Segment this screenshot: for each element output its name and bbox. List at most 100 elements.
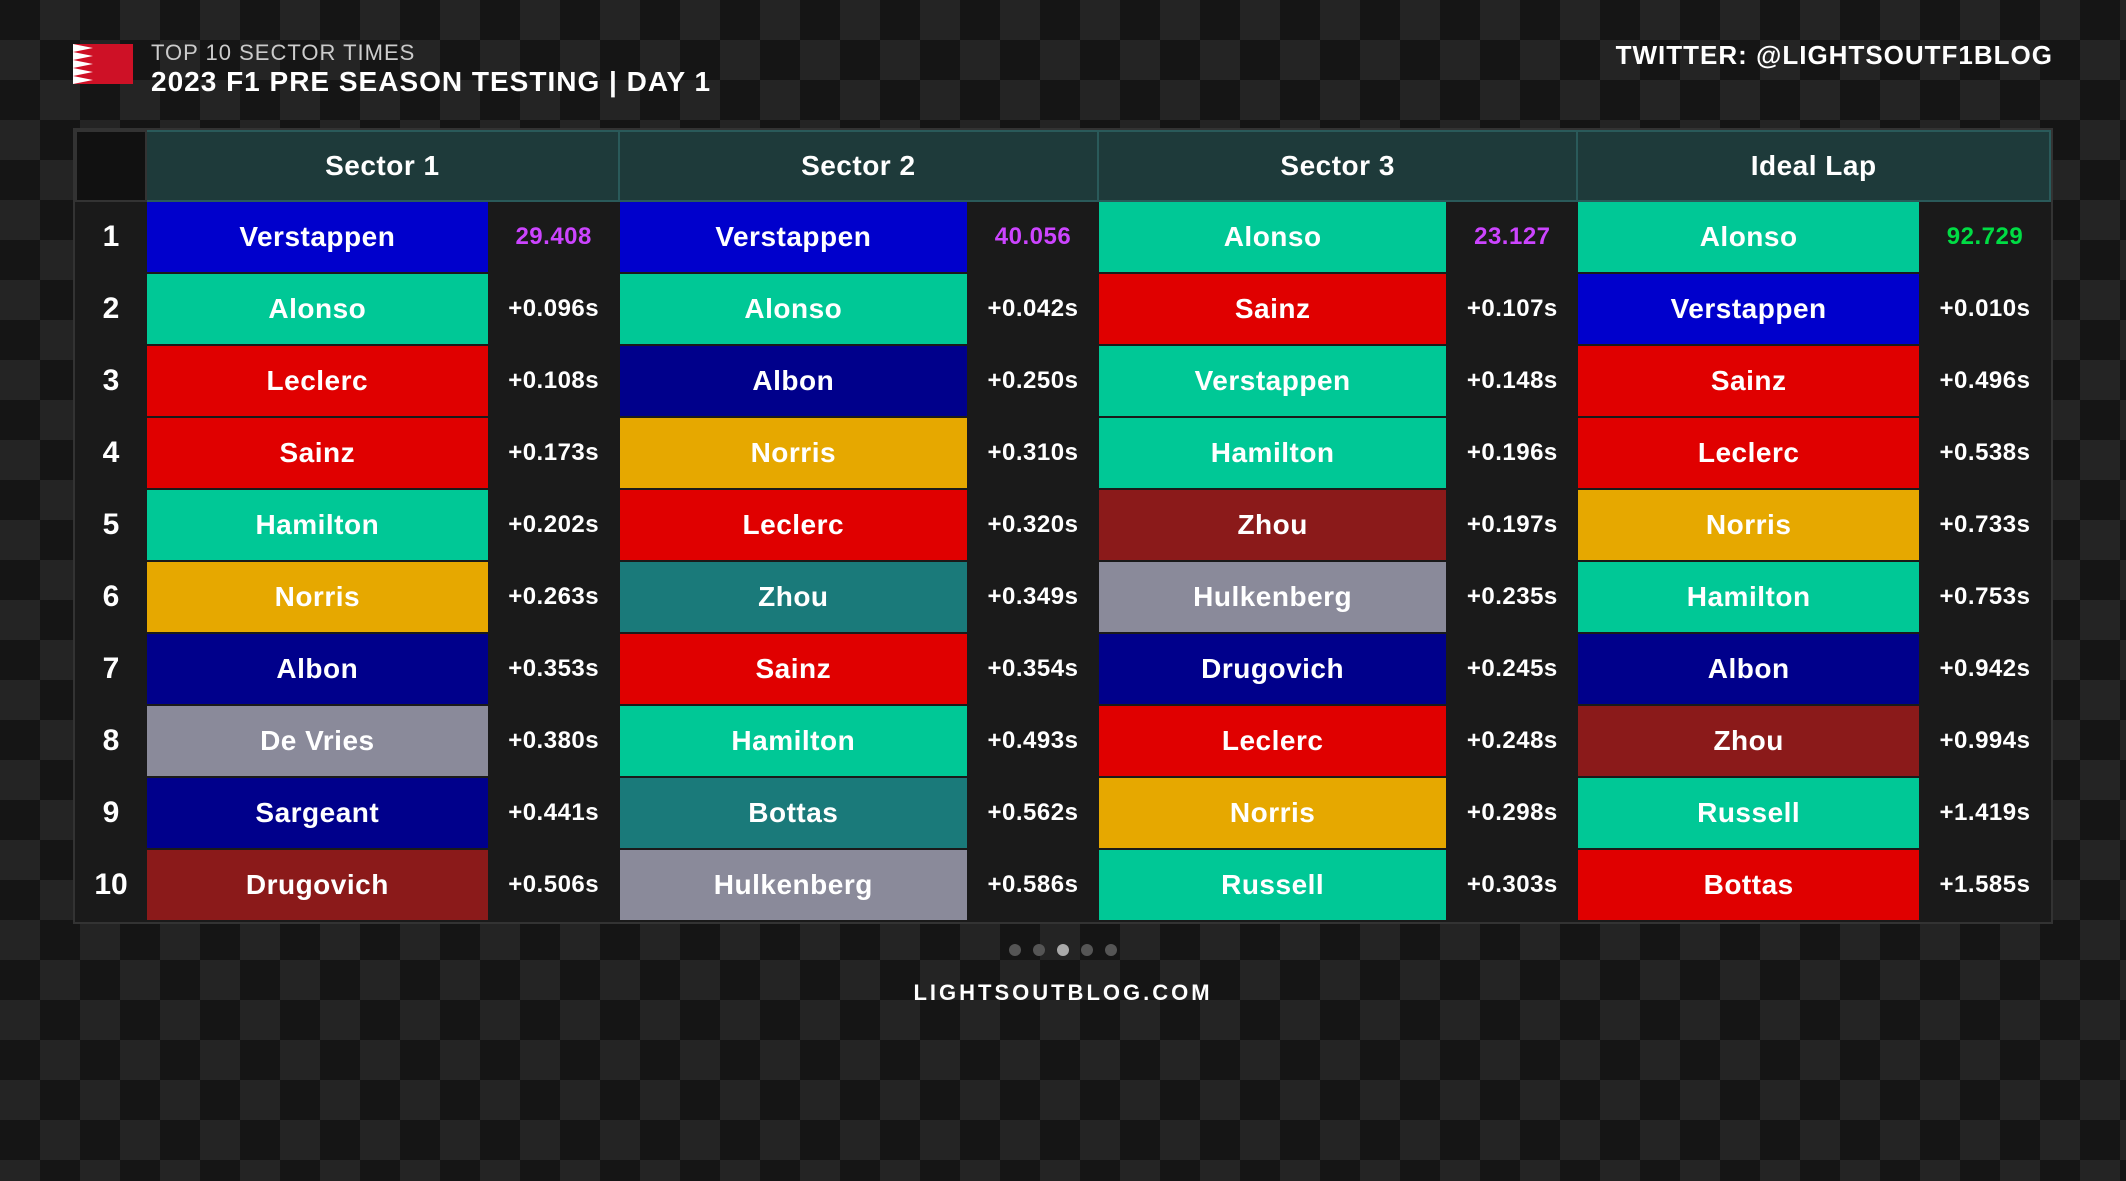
s3-driver-cell: Alonso (1098, 201, 1447, 273)
s2-time-value: +0.349s (988, 583, 1079, 610)
s2-driver-cell: Albon (619, 345, 968, 417)
s3-time-value: +0.303s (1467, 871, 1558, 898)
s1-time-cell: +0.441s (489, 777, 619, 849)
dot-1 (1009, 944, 1021, 956)
s2-driver-name: Hulkenberg (714, 869, 873, 900)
table-row: 5 Hamilton +0.202s Leclerc +0.320s Zhou … (76, 489, 2050, 561)
il-time-cell: +0.942s (1920, 633, 2050, 705)
s1-time-value: +0.380s (508, 727, 599, 754)
s1-driver-cell: Verstappen (146, 201, 489, 273)
s1-driver-name: Norris (275, 581, 360, 612)
il-driver-cell: Albon (1577, 633, 1920, 705)
il-time-cell: +0.753s (1920, 561, 2050, 633)
header-left: TOP 10 SECTOR TIMES 2023 F1 PRE SEASON T… (73, 40, 711, 98)
s1-time-cell: +0.202s (489, 489, 619, 561)
il-time-value: +0.994s (1940, 727, 2031, 754)
dot-5 (1105, 944, 1117, 956)
s3-driver-cell: Leclerc (1098, 705, 1447, 777)
s2-time-cell: 40.056 (968, 201, 1098, 273)
il-time-value: +1.585s (1940, 871, 2031, 898)
s1-driver-cell: De Vries (146, 705, 489, 777)
s1-time-cell: +0.506s (489, 849, 619, 921)
s3-driver-name: Norris (1230, 797, 1315, 828)
ideal-lap-header: Ideal Lap (1577, 131, 2050, 201)
s1-driver-name: Albon (276, 653, 358, 684)
s2-driver-name: Alonso (744, 293, 842, 324)
il-driver-name: Verstappen (1671, 293, 1827, 324)
s2-time-value: 40.056 (995, 223, 1071, 250)
s2-time-value: +0.586s (988, 871, 1079, 898)
s3-time-cell: +0.235s (1447, 561, 1577, 633)
s2-time-cell: +0.310s (968, 417, 1098, 489)
s1-time-cell: +0.380s (489, 705, 619, 777)
header-text: TOP 10 SECTOR TIMES 2023 F1 PRE SEASON T… (151, 40, 711, 98)
s1-time-value: +0.353s (508, 655, 599, 682)
s3-time-cell: 23.127 (1447, 201, 1577, 273)
footer-url: LIGHTSOUTBLOG.COM (913, 974, 1212, 1006)
s1-time-cell: 29.408 (489, 201, 619, 273)
s1-driver-cell: Sainz (146, 417, 489, 489)
il-driver-cell: Hamilton (1577, 561, 1920, 633)
table-row: 6 Norris +0.263s Zhou +0.349s Hulkenberg… (76, 561, 2050, 633)
il-driver-name: Hamilton (1687, 581, 1811, 612)
rank-cell: 1 (76, 201, 146, 273)
s3-driver-name: Zhou (1237, 509, 1307, 540)
dot-2 (1033, 944, 1045, 956)
il-time-value: +0.496s (1940, 367, 2031, 394)
s1-time-value: +0.263s (508, 583, 599, 610)
s3-time-value: +0.248s (1467, 727, 1558, 754)
il-driver-cell: Alonso (1577, 201, 1920, 273)
il-driver-name: Zhou (1713, 725, 1783, 756)
s3-driver-name: Leclerc (1222, 725, 1324, 756)
rank-header (76, 131, 146, 201)
s2-driver-cell: Hulkenberg (619, 849, 968, 921)
s3-time-value: +0.245s (1467, 655, 1558, 682)
il-time-cell: +0.496s (1920, 345, 2050, 417)
s2-driver-name: Norris (751, 437, 836, 468)
s2-time-cell: +0.320s (968, 489, 1098, 561)
s3-time-value: 23.127 (1474, 223, 1550, 250)
s3-driver-cell: Norris (1098, 777, 1447, 849)
table-row: 9 Sargeant +0.441s Bottas +0.562s Norris… (76, 777, 2050, 849)
s3-time-value: +0.197s (1467, 511, 1558, 538)
il-time-cell: 92.729 (1920, 201, 2050, 273)
s1-driver-cell: Norris (146, 561, 489, 633)
il-time-value: +0.733s (1940, 511, 2031, 538)
main-container: TOP 10 SECTOR TIMES 2023 F1 PRE SEASON T… (73, 0, 2053, 1036)
s1-time-value: +0.441s (508, 799, 599, 826)
rank-cell: 2 (76, 273, 146, 345)
s2-time-cell: +0.042s (968, 273, 1098, 345)
s1-time-value: +0.202s (508, 511, 599, 538)
s2-time-cell: +0.493s (968, 705, 1098, 777)
s2-driver-name: Bottas (748, 797, 838, 828)
il-driver-cell: Bottas (1577, 849, 1920, 921)
s3-driver-cell: Drugovich (1098, 633, 1447, 705)
il-driver-cell: Russell (1577, 777, 1920, 849)
s2-time-cell: +0.562s (968, 777, 1098, 849)
s1-driver-name: Verstappen (239, 221, 395, 252)
s2-time-cell: +0.354s (968, 633, 1098, 705)
s2-driver-name: Zhou (758, 581, 828, 612)
il-time-cell: +0.994s (1920, 705, 2050, 777)
s3-driver-name: Hamilton (1211, 437, 1335, 468)
s2-driver-cell: Sainz (619, 633, 968, 705)
s2-time-value: +0.354s (988, 655, 1079, 682)
s3-driver-name: Verstappen (1195, 365, 1351, 396)
il-time-value: +0.538s (1940, 439, 2031, 466)
s3-time-cell: +0.303s (1447, 849, 1577, 921)
il-driver-cell: Sainz (1577, 345, 1920, 417)
s1-time-cell: +0.353s (489, 633, 619, 705)
s1-time-cell: +0.096s (489, 273, 619, 345)
s2-driver-cell: Zhou (619, 561, 968, 633)
s3-driver-name: Alonso (1224, 221, 1322, 252)
rank-cell: 4 (76, 417, 146, 489)
s3-time-value: +0.298s (1467, 799, 1558, 826)
s1-driver-cell: Alonso (146, 273, 489, 345)
il-time-cell: +1.585s (1920, 849, 2050, 921)
s3-driver-cell: Verstappen (1098, 345, 1447, 417)
s3-time-cell: +0.107s (1447, 273, 1577, 345)
s1-driver-cell: Albon (146, 633, 489, 705)
dot-3 (1057, 944, 1069, 956)
s2-driver-cell: Bottas (619, 777, 968, 849)
s1-driver-name: Drugovich (246, 869, 389, 900)
